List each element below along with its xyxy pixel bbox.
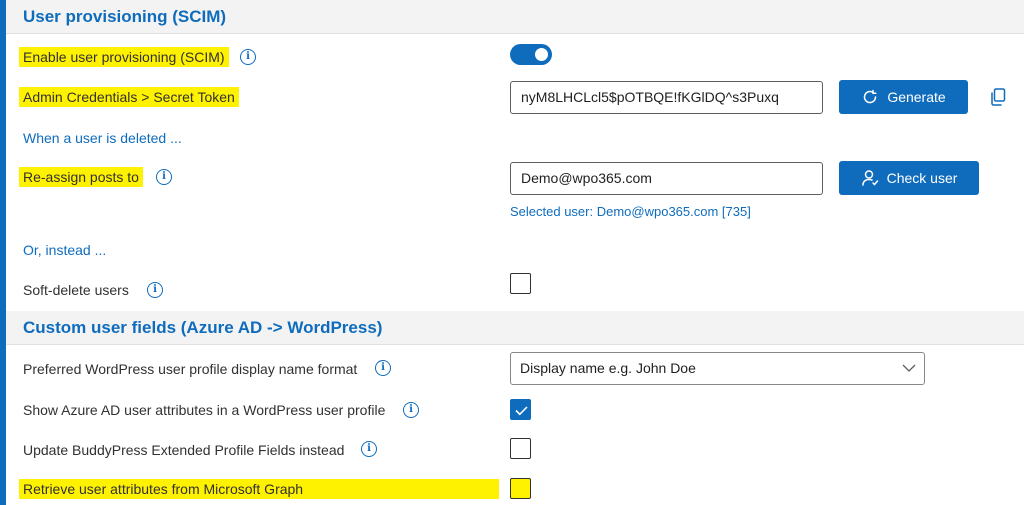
info-icon[interactable]: i [156,169,172,185]
enable-scim-label: Enable user provisioning (SCIM) [19,47,229,67]
retrieve-graph-label: Retrieve user attributes from Microsoft … [19,479,500,499]
copy-icon[interactable] [990,88,1006,106]
selected-user-text: Selected user: Demo@wpo365.com [735] [510,204,751,219]
secret-token-label: Admin Credentials > Secret Token [19,87,239,107]
or-instead-heading: Or, instead ... [23,242,107,258]
update-buddypress-label: Update BuddyPress Extended Profile Field… [23,442,345,458]
reassign-posts-label: Re-assign posts to [19,167,143,187]
section-title: User provisioning (SCIM) [23,7,227,26]
info-icon[interactable]: i [375,360,391,376]
refresh-icon [864,89,877,104]
enable-scim-toggle[interactable] [510,44,552,65]
toggle-knob [535,48,548,61]
update-buddypress-checkbox[interactable] [510,438,531,459]
retrieve-graph-checkbox[interactable] [510,478,531,499]
chevron-down-icon [902,364,916,372]
soft-delete-label: Soft-delete users [23,282,129,298]
info-icon[interactable]: i [361,441,377,457]
info-icon[interactable]: i [403,402,419,418]
display-name-format-select[interactable]: Display name e.g. John Doe [510,352,925,385]
section-title: Custom user fields (Azure AD -> WordPres… [23,318,383,337]
check-user-button[interactable]: Check user [839,161,979,195]
info-icon[interactable]: i [240,49,256,65]
generate-button-label: Generate [887,89,946,105]
user-icon [861,170,878,186]
display-name-format-label: Preferred WordPress user profile display… [23,361,358,377]
scim-section-header: User provisioning (SCIM) [6,0,1024,34]
custom-fields-section-header: Custom user fields (Azure AD -> WordPres… [6,311,1024,345]
reassign-user-input[interactable]: Demo@wpo365.com [510,162,823,195]
display-name-format-value: Display name e.g. John Doe [520,360,696,376]
secret-token-input[interactable]: nyM8LHCLcl5$pOTBQE!fKGlDQ^s3Puxq [510,81,823,114]
soft-delete-checkbox[interactable] [510,273,531,294]
info-icon[interactable]: i [147,282,163,298]
section-accent-bar [0,0,6,505]
checkmark-icon [515,406,528,416]
show-attributes-label: Show Azure AD user attributes in a WordP… [23,402,386,418]
show-attributes-checkbox[interactable] [510,399,531,420]
check-user-button-label: Check user [886,170,958,186]
generate-button[interactable]: Generate [839,80,968,114]
when-deleted-heading: When a user is deleted ... [23,130,182,146]
